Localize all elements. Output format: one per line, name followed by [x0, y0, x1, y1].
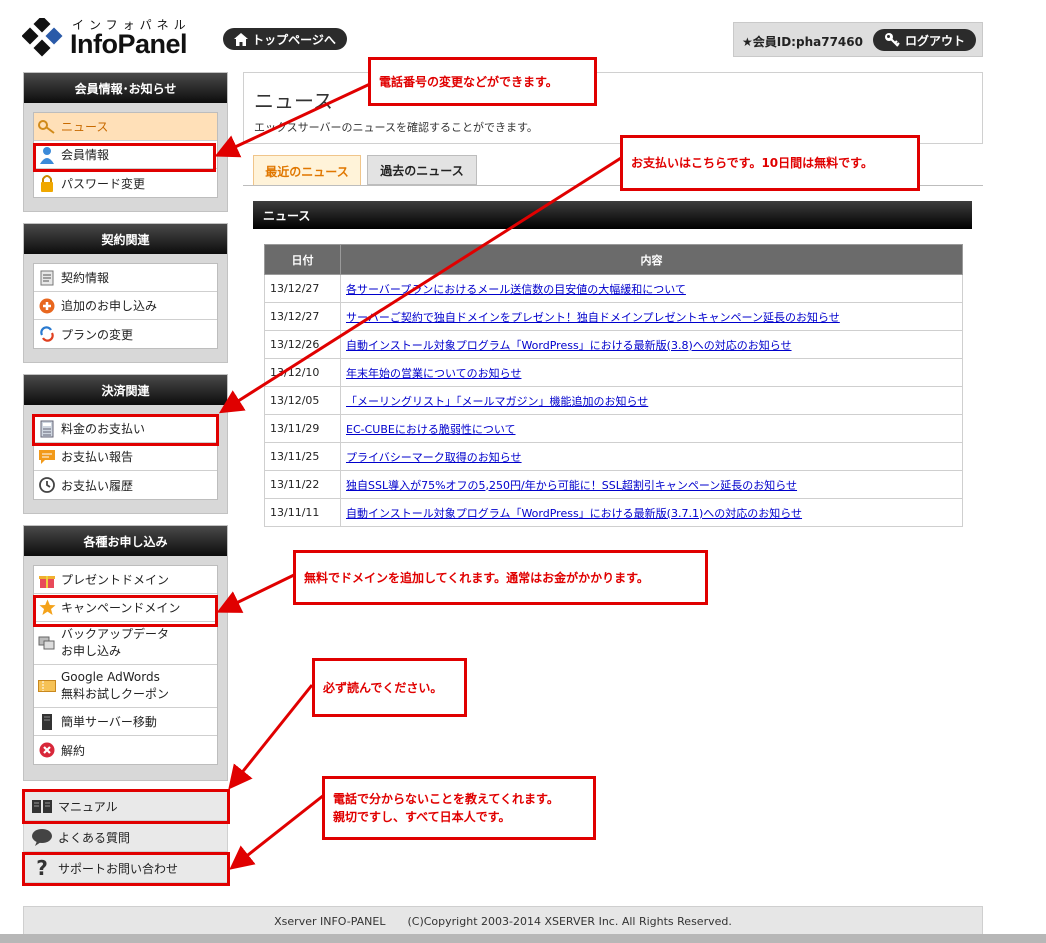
annotation-text: 親切ですし、すべて日本人です。 — [333, 810, 511, 824]
annotation-text: 無料でドメインを追加してくれます。通常はお金がかかります。 — [304, 570, 649, 585]
annotation-free-domain: 無料でドメインを追加してくれます。通常はお金がかかります。 — [293, 550, 708, 605]
annotation-text: 電話番号の変更などができます。 — [379, 74, 558, 89]
annotation-payment: お支払いはこちらです。10日間は無料です。 — [620, 135, 920, 191]
annotation-text: 必ず読んでください。 — [323, 680, 443, 695]
annotation-phone-change: 電話番号の変更などができます。 — [368, 57, 597, 106]
annotation-text: お支払いはこちらです。10日間は無料です。 — [631, 156, 873, 170]
annotation-support: 電話で分からないことを教えてくれます。 親切ですし、すべて日本人です。 — [322, 776, 596, 840]
annotation-text: 電話で分からないことを教えてくれます。 — [333, 792, 559, 806]
annotation-manual: 必ず読んでください。 — [312, 658, 467, 717]
